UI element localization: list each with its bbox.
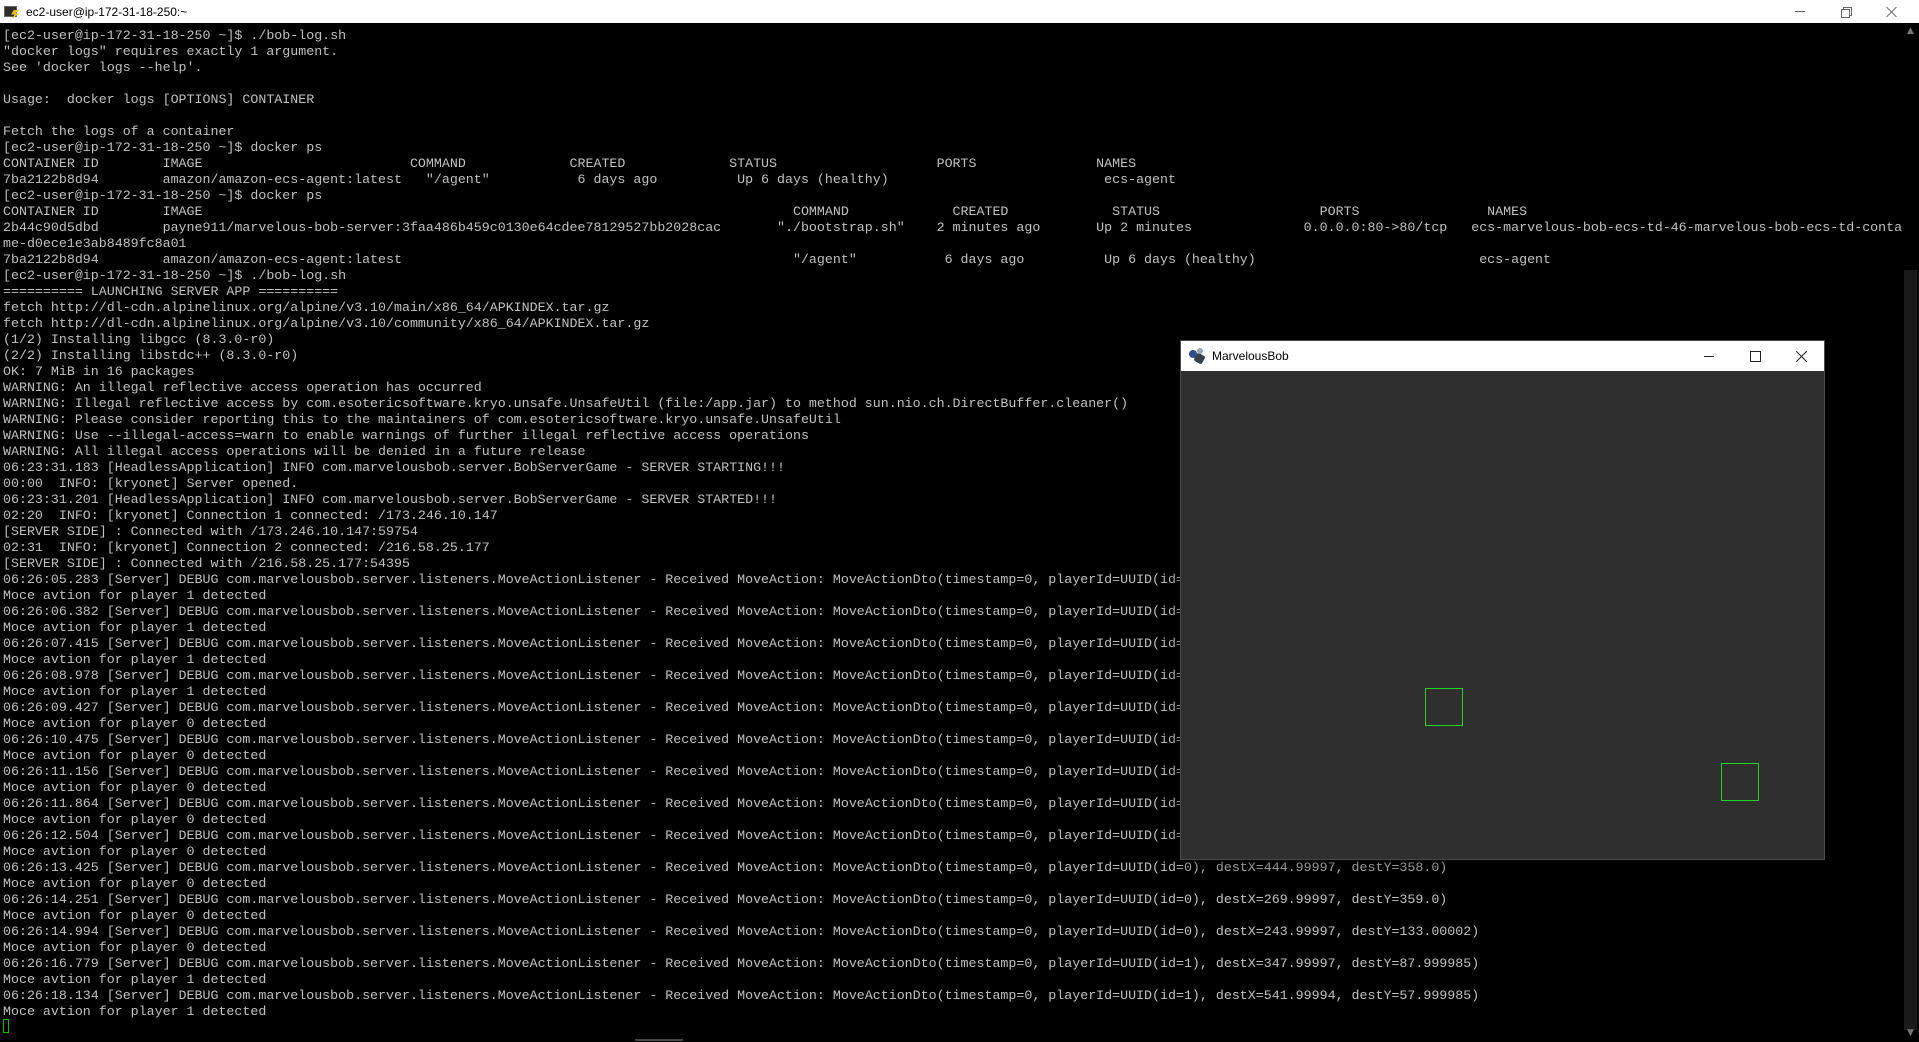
terminal-line: 06:26:14.251 [Server] DEBUG com.marvelou…: [3, 892, 1448, 907]
game-window[interactable]: MarvelousBob: [1181, 341, 1824, 859]
terminal-restore-button[interactable]: [1823, 0, 1869, 23]
terminal-line: fetch http://dl-cdn.alpinelinux.org/alpi…: [3, 300, 610, 315]
terminal-line: [ec2-user@ip-172-31-18-250 ~]$ docker ps: [3, 140, 323, 155]
terminal-line: Moce avtion for player 1 detected: [3, 972, 267, 987]
terminal-title: ec2-user@ip-172-31-18-250:~: [26, 4, 188, 19]
terminal-line: 06:26:13.425 [Server] DEBUG com.marvelou…: [3, 860, 1448, 875]
marvelousbob-icon: [1188, 347, 1206, 365]
terminal-close-button[interactable]: [1869, 0, 1915, 23]
game-canvas[interactable]: [1181, 371, 1824, 859]
terminal-minimize-button[interactable]: [1777, 0, 1823, 23]
terminal-line: [ec2-user@ip-172-31-18-250 ~]$ ./bob-log…: [3, 28, 347, 43]
terminal-line: CONTAINER ID IMAGE COMMAND CREATED STATU…: [3, 204, 1528, 219]
close-icon: [1886, 6, 1898, 18]
terminal-line: [ec2-user@ip-172-31-18-250 ~]$ docker ps: [3, 188, 323, 203]
terminal-line: See 'docker logs --help'.: [3, 60, 203, 75]
terminal-line: Moce avtion for player 0 detected: [3, 876, 267, 891]
terminal-line: CONTAINER ID IMAGE COMMAND CREATED STATU…: [3, 156, 1137, 171]
minimize-icon: [1795, 11, 1805, 12]
terminal-line: Moce avtion for player 0 detected: [3, 940, 267, 955]
terminal-line: fetch http://dl-cdn.alpinelinux.org/alpi…: [3, 316, 650, 331]
terminal-line: Fetch the logs of a container: [3, 124, 235, 139]
maximize-icon: [1749, 350, 1761, 362]
game-minimize-button[interactable]: [1686, 341, 1732, 371]
restore-icon: [1841, 6, 1852, 18]
terminal-line: 06:26:18.134 [Server] DEBUG com.marvelou…: [3, 988, 1480, 1003]
terminal-line: [ec2-user@ip-172-31-18-250 ~]$ ./bob-log…: [3, 268, 347, 283]
scroll-up-arrow-icon[interactable]: ▲: [1904, 24, 1917, 38]
minimize-icon: [1704, 355, 1714, 357]
terminal-cursor: [3, 1019, 9, 1033]
terminal-line: ========== LAUNCHING SERVER APP ========…: [3, 284, 339, 299]
terminal-line: 7ba2122b8d94 amazon/amazon-ecs-agent:lat…: [3, 172, 1176, 187]
terminal-line: Usage: docker logs [OPTIONS] CONTAINER: [3, 92, 315, 107]
terminal-line: "docker logs" requires exactly 1 argumen…: [3, 44, 339, 59]
terminal-line: 7ba2122b8d94 amazon/amazon-ecs-agent:lat…: [3, 252, 1552, 267]
putty-icon[interactable]: [4, 4, 20, 20]
terminal-line: 06:26:14.994 [Server] DEBUG com.marvelou…: [3, 924, 1480, 939]
player-square: [1721, 763, 1759, 801]
game-title: MarvelousBob: [1212, 349, 1289, 363]
terminal-titlebar[interactable]: ec2-user@ip-172-31-18-250:~: [0, 0, 1919, 23]
game-maximize-button[interactable]: [1732, 341, 1778, 371]
terminal-line: me-d0ece1e3ab8489fc8a01: [3, 236, 187, 251]
terminal-line: 06:26:16.779 [Server] DEBUG com.marvelou…: [3, 956, 1480, 971]
terminal-scrollbar-thumb[interactable]: [1904, 270, 1917, 1030]
terminal-line: Moce avtion for player 0 detected: [3, 908, 267, 923]
terminal-line: 2b44c90d5dbd payne911/marvelous-bob-serv…: [3, 220, 1903, 235]
horizontal-scroll-indicator: [635, 1039, 683, 1041]
close-icon: [1795, 350, 1808, 363]
game-close-button[interactable]: [1778, 341, 1824, 371]
terminal-line: Moce avtion for player 1 detected: [3, 1004, 267, 1019]
scroll-down-arrow-icon[interactable]: ▼: [1904, 1026, 1917, 1040]
player-square: [1425, 688, 1463, 726]
